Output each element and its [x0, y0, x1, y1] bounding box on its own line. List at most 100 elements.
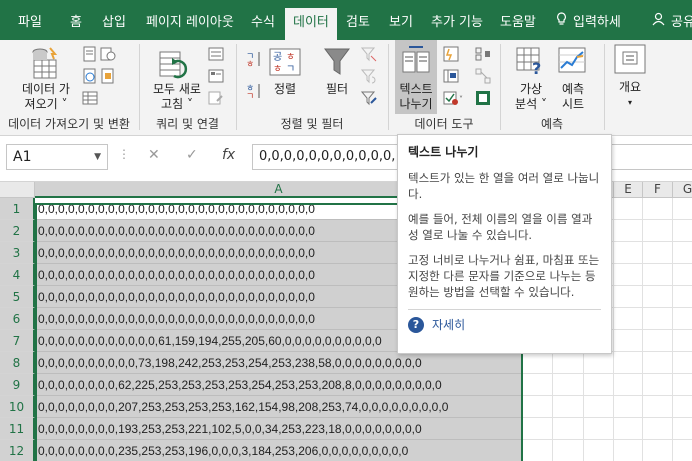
row-header[interactable]: 3	[0, 242, 35, 264]
row-header[interactable]: 6	[0, 308, 35, 330]
empty-cell[interactable]	[523, 396, 553, 418]
from-web-icon[interactable]	[82, 68, 98, 87]
sort-az-icon[interactable]: ㄱㅎ	[245, 50, 263, 71]
what-if-analysis-button[interactable]: 가상 분석 ˅	[507, 82, 555, 112]
sort-button[interactable]: 정렬	[269, 82, 301, 97]
empty-cell[interactable]	[584, 352, 614, 374]
insert-function-icon[interactable]: fx	[222, 147, 235, 163]
recent-sources-icon[interactable]	[100, 46, 116, 65]
column-header-e[interactable]: E	[614, 182, 643, 198]
filter-funnel-icon[interactable]	[323, 46, 351, 81]
properties-icon[interactable]	[208, 68, 224, 87]
empty-cell[interactable]	[643, 220, 673, 242]
empty-cell[interactable]	[614, 330, 643, 352]
sort-dialog-icon[interactable]: 공ㅎㅎㄱ	[269, 48, 301, 79]
empty-cell[interactable]	[614, 264, 643, 286]
share-button[interactable]: 공유	[644, 8, 692, 40]
reapply-filter-icon[interactable]	[360, 68, 377, 87]
refresh-all-button[interactable]: 모두 새로 고침 ˅	[144, 82, 210, 112]
empty-cell[interactable]	[614, 198, 643, 220]
empty-cell[interactable]	[523, 418, 553, 440]
text-to-columns-icon[interactable]	[401, 46, 431, 79]
forecast-sheet-icon[interactable]	[557, 46, 587, 79]
what-if-analysis-icon[interactable]: ?	[515, 46, 545, 79]
relationships-icon[interactable]	[475, 68, 491, 87]
empty-cell[interactable]	[673, 418, 692, 440]
empty-cell[interactable]	[614, 352, 643, 374]
row-header[interactable]: 12	[0, 440, 35, 461]
row-header[interactable]: 9	[0, 374, 35, 396]
empty-cell[interactable]	[673, 396, 692, 418]
advanced-filter-icon[interactable]	[360, 90, 377, 109]
tab-add-ins[interactable]: 추가 기능	[423, 8, 491, 40]
name-box[interactable]: A1 ▼	[6, 144, 108, 170]
cell-a[interactable]: 0,0,0,0,0,0,0,0,0,0,73,198,242,253,253,2…	[35, 352, 522, 374]
empty-cell[interactable]	[553, 352, 584, 374]
filter-button[interactable]: 필터	[317, 82, 357, 97]
tab-formulas[interactable]: 수식	[243, 8, 283, 40]
empty-cell[interactable]	[614, 242, 643, 264]
get-data-icon[interactable]	[28, 46, 64, 83]
tell-me-more-link[interactable]: ? 자세히	[408, 316, 601, 333]
cell-a[interactable]: 0,0,0,0,0,0,0,0,193,253,253,221,102,5,0,…	[35, 418, 522, 440]
from-table-icon[interactable]	[82, 90, 98, 109]
tab-data[interactable]: 데이터	[285, 8, 337, 40]
tab-help[interactable]: 도움말	[492, 8, 544, 40]
row-header[interactable]: 2	[0, 220, 35, 242]
empty-cell[interactable]	[614, 374, 643, 396]
existing-connections-icon[interactable]	[100, 68, 116, 87]
empty-cell[interactable]	[584, 374, 614, 396]
empty-cell[interactable]	[553, 396, 584, 418]
empty-cell[interactable]	[643, 198, 673, 220]
cell-a[interactable]: 0,0,0,0,0,0,0,0,62,225,253,253,253,253,2…	[35, 374, 522, 396]
enter-icon[interactable]: ✓	[186, 147, 198, 163]
empty-cell[interactable]	[614, 396, 643, 418]
queries-connections-icon[interactable]	[208, 46, 224, 65]
empty-cell[interactable]	[643, 418, 673, 440]
empty-cell[interactable]	[643, 286, 673, 308]
empty-cell[interactable]	[673, 374, 692, 396]
tab-review[interactable]: 검토	[338, 8, 378, 40]
remove-duplicates-icon[interactable]	[443, 68, 459, 87]
empty-cell[interactable]	[643, 352, 673, 374]
empty-cell[interactable]	[643, 396, 673, 418]
tab-page-layout[interactable]: 페이지 레이아웃	[138, 8, 242, 40]
empty-cell[interactable]	[614, 308, 643, 330]
row-header[interactable]: 10	[0, 396, 35, 418]
from-text-icon[interactable]	[82, 46, 98, 65]
tab-home[interactable]: 홈	[62, 8, 90, 40]
empty-cell[interactable]	[523, 440, 553, 461]
column-header-g[interactable]: G	[673, 182, 692, 198]
cell-a[interactable]: 0,0,0,0,0,0,0,0,235,253,253,196,0,0,0,3,…	[35, 440, 522, 461]
empty-cell[interactable]	[523, 352, 553, 374]
empty-cell[interactable]	[673, 286, 692, 308]
cell-a[interactable]: 0,0,0,0,0,0,0,0,207,253,253,253,253,162,…	[35, 396, 522, 418]
empty-cell[interactable]	[584, 418, 614, 440]
text-to-columns-button[interactable]: 텍스트 나누기	[395, 82, 437, 112]
empty-cell[interactable]	[584, 396, 614, 418]
empty-cell[interactable]	[614, 220, 643, 242]
tab-view[interactable]: 보기	[381, 8, 421, 40]
clear-filter-icon[interactable]	[360, 46, 377, 65]
get-data-button[interactable]: 데이터 가 져오기 ˅	[14, 82, 78, 112]
empty-cell[interactable]	[553, 440, 584, 461]
empty-cell[interactable]	[673, 264, 692, 286]
row-header[interactable]: 7	[0, 330, 35, 352]
empty-cell[interactable]	[614, 286, 643, 308]
empty-cell[interactable]	[673, 440, 692, 461]
empty-cell[interactable]	[643, 308, 673, 330]
forecast-sheet-button[interactable]: 예측 시트	[553, 82, 593, 112]
outline-icon[interactable]	[614, 44, 646, 77]
row-header[interactable]: 5	[0, 286, 35, 308]
empty-cell[interactable]	[643, 242, 673, 264]
empty-cell[interactable]	[673, 352, 692, 374]
empty-cell[interactable]	[584, 440, 614, 461]
row-header[interactable]: 4	[0, 264, 35, 286]
outline-button[interactable]: 개요 ▾	[608, 80, 652, 110]
row-header[interactable]: 11	[0, 418, 35, 440]
flash-fill-icon[interactable]	[443, 46, 459, 65]
column-header-f[interactable]: F	[643, 182, 673, 198]
empty-cell[interactable]	[523, 374, 553, 396]
data-model-icon[interactable]	[475, 90, 491, 109]
empty-cell[interactable]	[643, 440, 673, 461]
